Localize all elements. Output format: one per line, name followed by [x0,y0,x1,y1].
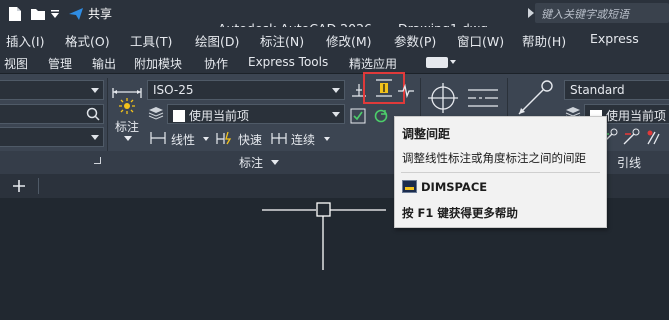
menu-window[interactable]: 窗口(W) [457,31,504,50]
tooltip-help: 按 F1 键获得更多帮助 [402,206,518,220]
tooltip-description: 调整线性标注或角度标注之间的间距 [402,151,586,165]
tab-divider [38,178,39,194]
share-button[interactable]: 共享 [68,5,112,22]
zoom-icon [86,107,100,121]
menu-express[interactable]: Express [590,31,639,46]
menu-insert[interactable]: 插入(I) [6,31,44,50]
tab-view[interactable]: 视图 [4,55,28,72]
new-file-icon[interactable] [7,6,23,22]
text-height-combo[interactable] [0,127,104,147]
menu-dimension[interactable]: 标注(N) [260,31,304,50]
tab-collaborate[interactable]: 协作 [204,55,228,72]
dim-layer-value: 使用当前项 [189,109,250,123]
search-expand-icon[interactable] [528,8,534,18]
multileader-icon[interactable] [515,78,555,118]
mleader-style-value: Standard [570,83,625,97]
share-icon [69,7,83,20]
tab-output[interactable]: 输出 [92,55,116,72]
dimension-dropdown-icon[interactable] [124,136,132,141]
ribbon-minimize-button[interactable] [426,57,448,68]
linear-dim-icon [150,132,166,144]
dimension-panel-title[interactable]: 标注 [239,154,263,171]
menu-help[interactable]: 帮助(H) [522,31,566,50]
mleader-style-combo[interactable]: Standard [564,80,669,100]
open-folder-icon[interactable] [30,6,46,22]
leader-panel-title[interactable]: 引线 [617,154,641,171]
tooltip: 调整间距 调整线性标注或角度标注之间的间距 DIMSPACE 按 F1 键获得更… [394,116,607,228]
quick-button[interactable]: 快速 [238,131,262,148]
menu-draw[interactable]: 绘图(D) [195,31,239,50]
share-label: 共享 [88,7,113,21]
jog-line-icon[interactable] [397,82,415,100]
tab-featured-apps[interactable]: 精选应用 [349,55,397,72]
continue-dropdown-icon[interactable] [324,137,330,141]
chevron-down-icon [91,88,99,93]
tooltip-title: 调整间距 [402,127,451,141]
linear-dropdown-icon[interactable] [203,137,209,141]
dimension-label[interactable]: 标注 [115,118,139,135]
dim-style-combo[interactable]: ISO-25 [147,80,345,100]
mleader-layer-value: 使用当前项 [606,109,667,123]
center-mark-icon[interactable] [427,82,459,114]
linear-button[interactable]: 线性 [171,131,195,148]
remove-leader-icon[interactable] [622,128,640,146]
dim-layer-combo[interactable]: 使用当前项 [167,104,345,124]
adjust-space-icon [376,79,392,97]
continue-dim-icon [271,133,287,144]
centerline-icon[interactable] [466,82,500,114]
tab-addins[interactable]: 附加模块 [134,55,182,72]
command-icon [402,180,417,193]
dim-style-value: ISO-25 [153,83,194,97]
update-icon[interactable] [373,108,389,124]
quick-access-dropdown-icon[interactable] [50,6,60,22]
inspect-icon[interactable] [350,108,366,124]
text-style-combo[interactable] [0,104,104,124]
search-input[interactable]: 键入关键字或短语 [535,3,669,23]
menu-modify[interactable]: 修改(M) [326,31,372,50]
ribbon-minimize-dropdown-icon[interactable] [450,60,456,64]
layer-combo[interactable] [0,80,104,100]
layer-stack-icon [148,107,164,120]
continue-button[interactable]: 连续 [291,131,315,148]
color-swatch [173,110,185,122]
ribbon-tabs: 视图 管理 输出 附加模块 协作 Express Tools 精选应用 [0,51,669,74]
tooltip-command: DIMSPACE [421,180,488,194]
menu-parameter[interactable]: 参数(P) [394,31,436,50]
panel-expand-icon[interactable] [271,160,279,165]
tooltip-divider [401,172,600,173]
chevron-down-icon [91,135,99,140]
tab-express-tools[interactable]: Express Tools [248,55,328,69]
menu-bar: 插入(I) 格式(O) 工具(T) 绘图(D) 标注(N) 修改(M) 参数(P… [0,27,669,51]
align-leader-icon[interactable] [645,128,663,146]
title-bar: 共享 Autodesk AutoCAD 2026Drawing1.dwg 键入关… [0,0,669,36]
new-tab-plus-icon[interactable] [12,179,26,193]
chevron-down-icon [332,88,340,93]
dialog-launcher-icon[interactable] [94,157,101,164]
menu-tools[interactable]: 工具(T) [130,31,172,50]
menu-format[interactable]: 格式(O) [65,31,110,50]
tab-manage[interactable]: 管理 [48,55,72,72]
quick-dim-icon [216,131,232,145]
dimension-icon[interactable] [110,82,144,116]
chevron-down-icon [332,112,340,117]
